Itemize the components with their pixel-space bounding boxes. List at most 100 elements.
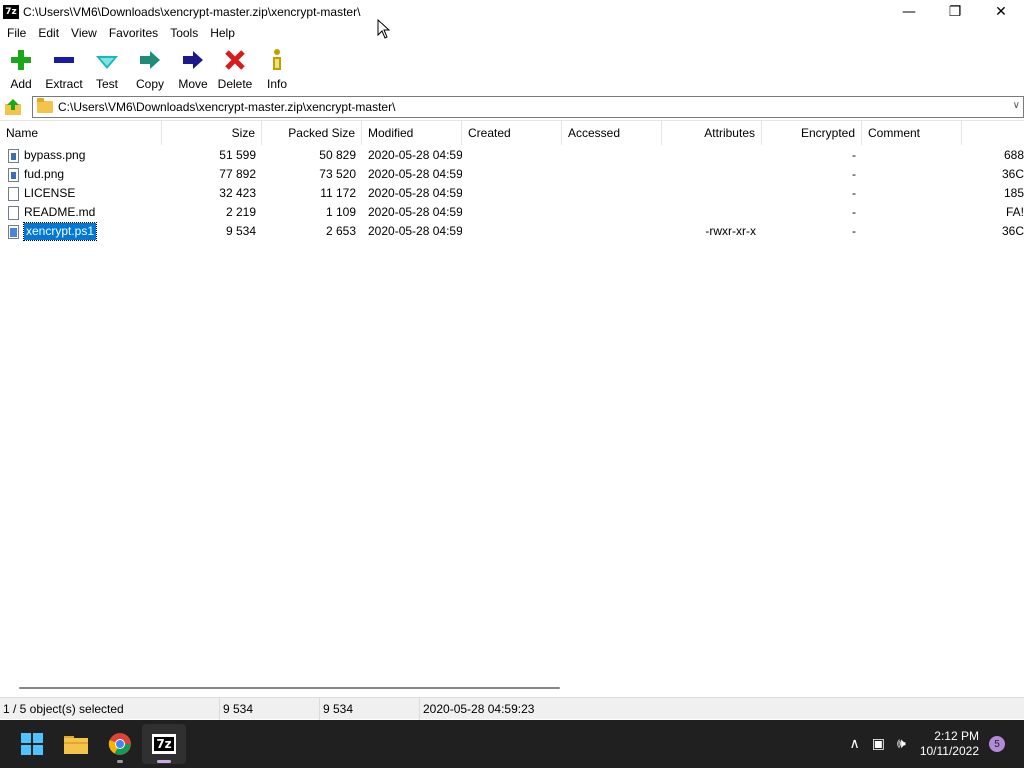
file-encrypted: - xyxy=(852,205,856,219)
file-row[interactable]: README.md 2 219 1 109 2020-05-28 04:59 -… xyxy=(0,203,1024,222)
network-icon[interactable]: ▣ xyxy=(872,736,885,752)
menu-file[interactable]: File xyxy=(0,23,32,43)
info-button[interactable]: Info xyxy=(256,45,298,93)
close-button[interactable]: ✕ xyxy=(978,0,1024,23)
file-extra: 688 xyxy=(1003,148,1024,162)
delete-x-icon xyxy=(223,48,247,72)
maximize-button[interactable]: ❐ xyxy=(932,0,978,23)
powershell-file-icon xyxy=(8,224,19,239)
file-packed-size: 50 829 xyxy=(319,148,356,162)
horizontal-scrollbar[interactable] xyxy=(0,681,1024,695)
status-modified: 2020-05-28 04:59:23 xyxy=(423,701,535,716)
start-button[interactable] xyxy=(10,724,54,764)
plus-icon xyxy=(9,48,33,72)
file-accessed xyxy=(562,184,662,203)
menu-tools[interactable]: Tools xyxy=(164,23,204,43)
status-packed-size: 9 534 xyxy=(320,697,420,720)
minimize-button[interactable]: — xyxy=(886,0,932,23)
file-packed-size: 1 109 xyxy=(325,205,356,219)
file-row[interactable]: LICENSE 32 423 11 172 2020-05-28 04:59 -… xyxy=(0,184,1024,203)
file-size: 9 534 xyxy=(225,224,256,238)
file-modified: 2020-05-28 04:59 xyxy=(368,205,462,219)
mouse-cursor-icon xyxy=(377,19,391,39)
file-attributes xyxy=(662,165,762,184)
chrome-button[interactable] xyxy=(98,724,142,764)
file-comment xyxy=(862,184,962,203)
file-name-cell: README.md xyxy=(0,203,162,222)
delete-label: Delete xyxy=(217,77,253,91)
file-row[interactable]: fud.png 77 892 73 520 2020-05-28 04:59 -… xyxy=(0,165,1024,184)
up-folder-icon xyxy=(5,99,21,115)
path-input[interactable]: C:\Users\VM6\Downloads\xencrypt-master.z… xyxy=(32,96,1024,118)
7zip-app-icon: 7z xyxy=(3,4,19,19)
column-header-attributes[interactable]: Attributes xyxy=(662,121,762,145)
file-extra: 36C xyxy=(1001,167,1024,181)
file-list: Name Size Packed Size Modified Created A… xyxy=(0,120,1024,695)
file-accessed xyxy=(562,165,662,184)
file-created xyxy=(462,222,562,241)
chevron-up-icon[interactable]: ∧ xyxy=(850,736,860,752)
notification-badge[interactable]: 5 xyxy=(989,736,1005,752)
clock[interactable]: 2:12 PM 10/11/2022 xyxy=(920,729,979,759)
window-title: C:\Users\VM6\Downloads\xencrypt-master.z… xyxy=(23,4,361,19)
chrome-icon xyxy=(108,733,131,755)
file-name: bypass.png xyxy=(24,148,86,162)
file-packed-size: 73 520 xyxy=(319,167,356,181)
test-label: Test xyxy=(95,77,118,91)
file-name-cell: fud.png xyxy=(0,165,162,184)
file-created xyxy=(462,146,562,165)
move-button[interactable]: Move xyxy=(172,45,214,93)
copy-button[interactable]: Copy xyxy=(128,45,172,93)
file-row-selected[interactable]: xencrypt.ps1 9 534 2 653 2020-05-28 04:5… xyxy=(0,222,1024,241)
clock-date: 10/11/2022 xyxy=(919,744,979,758)
file-created xyxy=(462,203,562,222)
speaker-icon[interactable]: 🕪 xyxy=(897,736,906,752)
column-header-size[interactable]: Size xyxy=(162,121,262,145)
file-name: README.md xyxy=(24,205,96,219)
file-accessed xyxy=(562,222,662,241)
column-header-extra[interactable] xyxy=(962,121,1024,145)
file-size: 32 423 xyxy=(219,186,256,200)
file-rows: bypass.png 51 599 50 829 2020-05-28 04:5… xyxy=(0,146,1024,241)
file-attributes xyxy=(662,146,762,165)
window-controls: — ❐ ✕ xyxy=(886,0,1024,23)
column-header-packed-size[interactable]: Packed Size xyxy=(262,121,362,145)
menu-edit[interactable]: Edit xyxy=(32,23,65,43)
file-extra: FA! xyxy=(1005,205,1024,219)
column-header-accessed[interactable]: Accessed xyxy=(562,121,662,145)
file-name-cell: LICENSE xyxy=(0,184,162,203)
column-header-row: Name Size Packed Size Modified Created A… xyxy=(0,121,1024,145)
column-header-modified[interactable]: Modified xyxy=(362,121,462,145)
file-extra: 36C xyxy=(1001,224,1024,238)
column-header-created[interactable]: Created xyxy=(462,121,562,145)
column-header-encrypted[interactable]: Encrypted xyxy=(762,121,862,145)
column-header-name[interactable]: Name xyxy=(0,121,162,145)
system-tray: ∧ ▣ 🕪 2:12 PM 10/11/2022 5 xyxy=(844,720,1024,768)
add-label: Add xyxy=(10,77,32,91)
menu-view[interactable]: View xyxy=(65,23,103,43)
status-selection-count: 1 / 5 object(s) selected xyxy=(0,697,220,720)
minus-icon xyxy=(52,48,76,72)
folder-icon xyxy=(37,98,53,113)
menu-help[interactable]: Help xyxy=(204,23,241,43)
file-packed-size: 2 653 xyxy=(325,224,356,238)
file-size: 51 599 xyxy=(219,148,256,162)
file-explorer-button[interactable] xyxy=(54,724,98,764)
column-header-comment[interactable]: Comment xyxy=(862,121,962,145)
up-folder-button[interactable] xyxy=(2,96,24,118)
windows-start-icon xyxy=(21,733,43,755)
menu-favorites[interactable]: Favorites xyxy=(103,23,164,43)
chevron-down-icon[interactable]: ∨ xyxy=(1013,100,1020,111)
file-name: xencrypt.ps1 xyxy=(22,222,98,241)
test-button[interactable]: Test xyxy=(86,45,128,93)
active-indicator xyxy=(157,760,171,763)
7zip-taskbar-button[interactable]: 7z xyxy=(142,724,186,764)
7zip-icon-text: 7z xyxy=(154,737,174,751)
file-attributes xyxy=(662,184,762,203)
add-button[interactable]: Add xyxy=(0,45,42,93)
extract-button[interactable]: Extract xyxy=(42,45,86,93)
file-row[interactable]: bypass.png 51 599 50 829 2020-05-28 04:5… xyxy=(0,146,1024,165)
scrollbar-thumb[interactable] xyxy=(19,687,560,689)
arrow-right-teal-icon xyxy=(138,48,162,72)
delete-button[interactable]: Delete xyxy=(214,45,256,93)
